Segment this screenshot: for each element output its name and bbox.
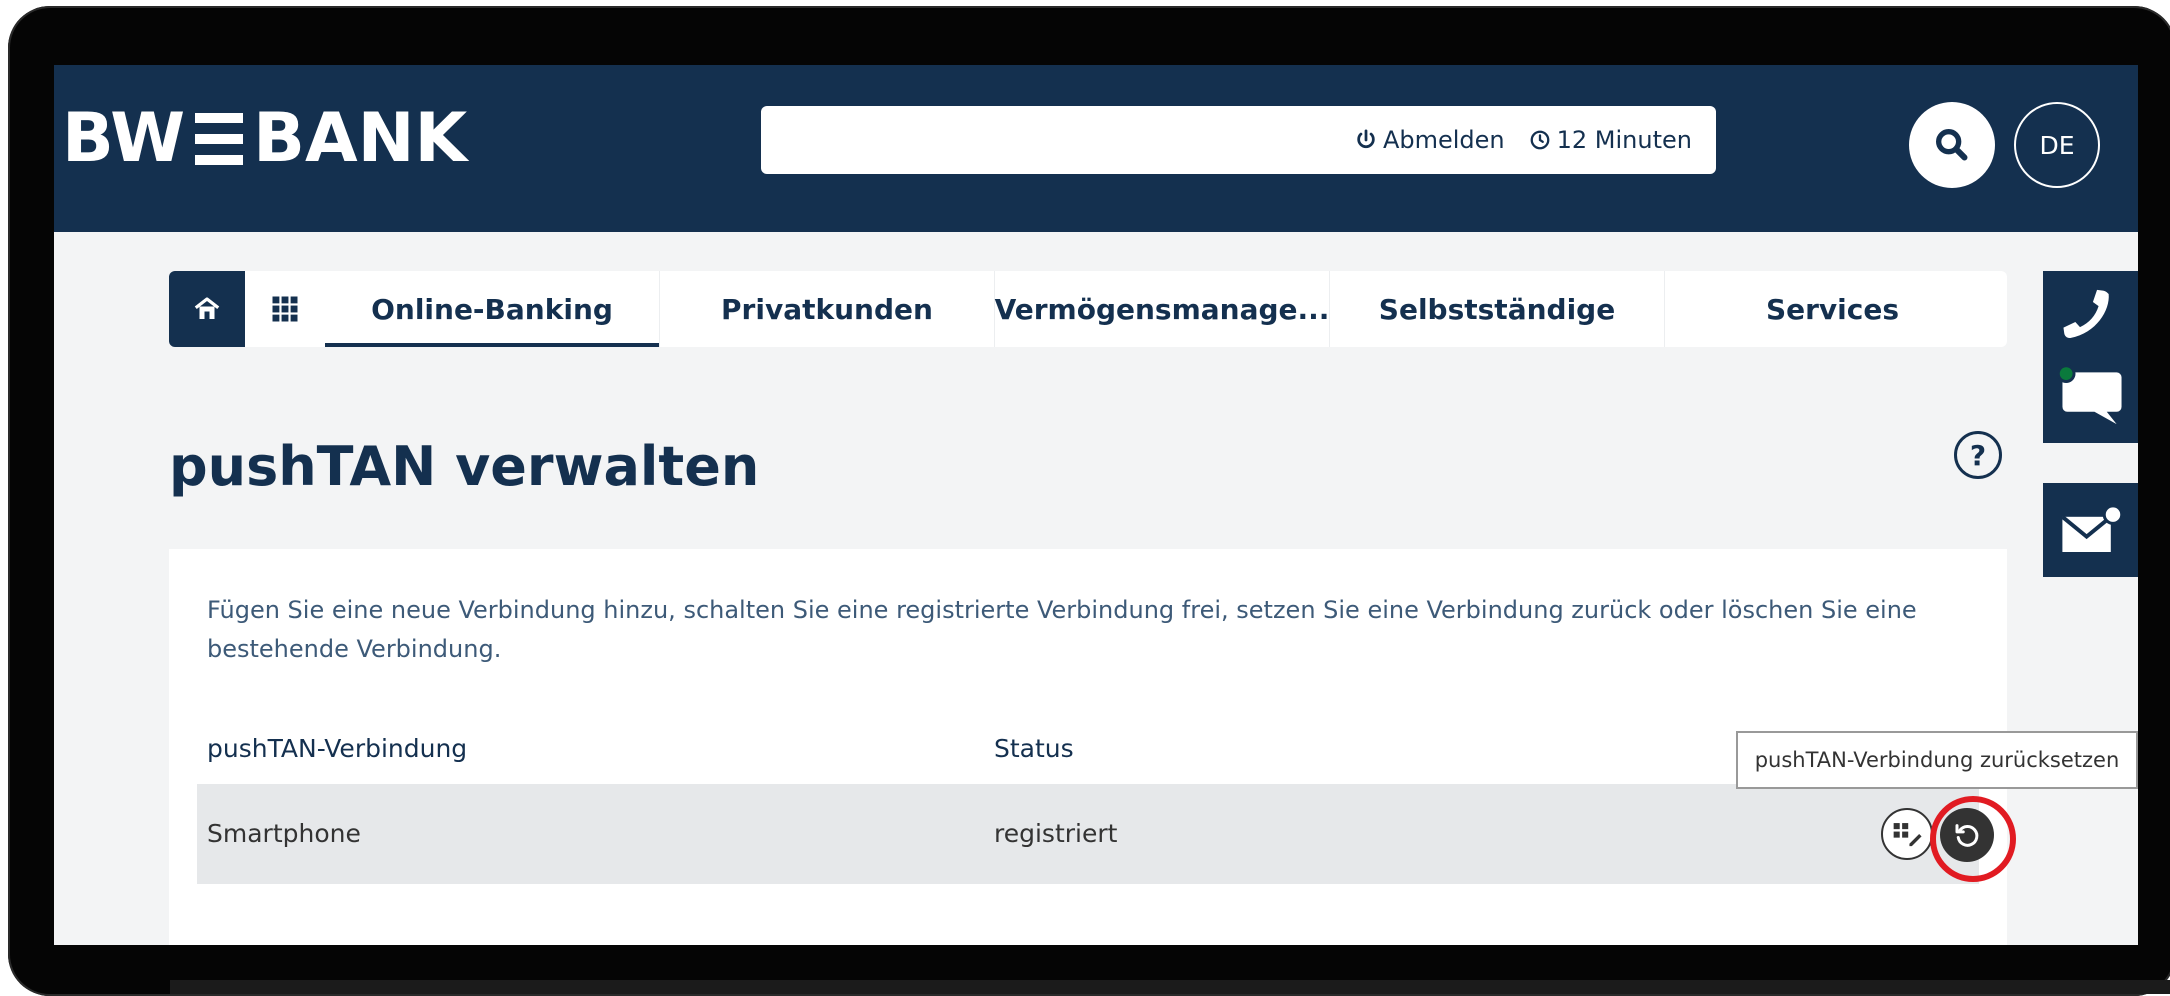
bw-bank-logo[interactable]: BW BANK [62,99,467,179]
connection-cell: Smartphone [207,819,361,848]
power-icon [1357,129,1375,149]
pushtan-card: Fügen Sie eine neue Verbindung hinzu, sc… [169,549,2016,945]
header: BW BANK Abmelden 12 Minuten DE [54,65,2138,232]
qr-edit-button[interactable] [1881,808,1933,860]
tab-vermoegensmanagement[interactable]: Vermögensmanage... [995,271,1330,347]
chat-icon [2057,365,2122,425]
logo-right-text: BANK [253,99,468,178]
main-navigation: Online-Banking Privatkunden Vermögensman… [169,271,2007,347]
tab-services[interactable]: Services [1665,271,2000,347]
tab-privatkunden[interactable]: Privatkunden [660,271,995,347]
qr-edit-icon [1893,823,1922,847]
device-base [170,980,2170,994]
home-button[interactable] [169,271,245,347]
tab-online-banking[interactable]: Online-Banking [325,271,660,347]
logout-label: Abmelden [1382,126,1505,154]
search-icon [1936,129,1968,161]
apps-grid-icon [272,296,298,322]
table-row: Smartphone registriert [197,784,2016,884]
logo-left-text: BW [62,99,186,178]
reset-tooltip: pushTAN-Verbindung zurücksetzen [1736,731,2138,789]
apps-menu-button[interactable] [245,271,325,347]
logo-bars-icon [195,113,244,165]
status-cell: registriert [994,819,1118,848]
column-header-connection: pushTAN-Verbindung [207,734,468,763]
highlight-circle [1930,796,2016,882]
timer-label: 12 Minuten [1556,126,1692,154]
mail-button[interactable] [2043,483,2138,577]
help-button[interactable]: ? [1954,431,2002,479]
clock-icon [1530,130,1550,150]
screen: BW BANK Abmelden 12 Minuten DE Online-Ba… [54,65,2138,945]
column-header-status: Status [994,734,1074,763]
phone-icon [2063,289,2109,339]
mail-icon [2060,504,2123,552]
home-icon [194,297,220,319]
language-button[interactable]: DE [2014,102,2100,188]
session-timer[interactable]: 12 Minuten [1529,126,1692,154]
tab-selbststaendige[interactable]: Selbstständige [1330,271,1665,347]
card-description: Fügen Sie eine neue Verbindung hinzu, sc… [207,596,1917,663]
logout-button[interactable]: Abmelden [1355,126,1505,154]
contact-panel[interactable] [2043,271,2138,443]
page-title: pushTAN verwalten [169,435,760,498]
session-bar: Abmelden 12 Minuten [761,106,1716,174]
search-button[interactable] [1909,102,1995,188]
